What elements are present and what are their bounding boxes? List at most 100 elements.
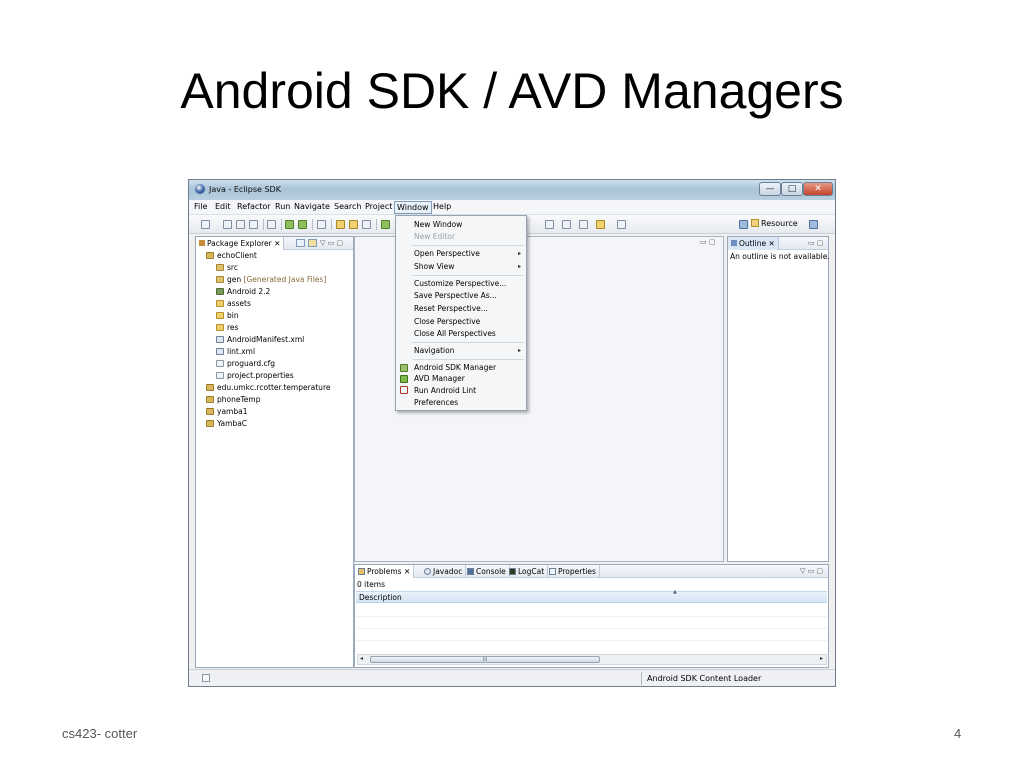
menu-item-open-perspective[interactable]: Open Perspective bbox=[414, 249, 480, 258]
new-icon[interactable] bbox=[201, 220, 210, 229]
menu-navigate[interactable]: Navigate bbox=[292, 202, 332, 211]
android-lint-toolbar-icon[interactable] bbox=[317, 220, 326, 229]
outline-view-controls[interactable]: ▭ ▢ bbox=[808, 239, 823, 247]
tree-item[interactable]: project.properties bbox=[216, 371, 294, 380]
submenu-arrow-icon: ▸ bbox=[518, 250, 522, 257]
last-edit-icon[interactable] bbox=[579, 220, 588, 229]
menu-refactor[interactable]: Refactor bbox=[235, 202, 273, 211]
maximize-button[interactable]: □ bbox=[781, 182, 803, 196]
tree-item[interactable]: src bbox=[216, 263, 238, 272]
menu-item-new-editor: New Editor bbox=[414, 232, 455, 241]
tree-item[interactable]: bin bbox=[216, 311, 239, 320]
tree-item[interactable]: Android 2.2 bbox=[216, 287, 270, 296]
menu-item-run-android-lint[interactable]: Run Android Lint bbox=[414, 386, 476, 395]
android-lint-icon bbox=[400, 386, 408, 394]
xml-file-icon bbox=[216, 336, 224, 343]
tab-properties[interactable]: Properties bbox=[546, 565, 600, 578]
new-test-icon[interactable] bbox=[362, 220, 371, 229]
menu-search[interactable]: Search bbox=[332, 202, 363, 211]
menu-item-android-sdk-manager[interactable]: Android SDK Manager bbox=[414, 363, 496, 372]
scroll-right-icon[interactable]: ▸ bbox=[820, 655, 823, 662]
menu-help[interactable]: Help bbox=[431, 202, 453, 211]
tree-item[interactable]: gen [Generated Java Files] bbox=[216, 275, 326, 284]
menu-file[interactable]: File bbox=[192, 202, 209, 211]
perspective-resource-button[interactable]: Resource bbox=[751, 219, 798, 228]
file-icon bbox=[216, 360, 224, 367]
close-tab-icon[interactable]: ✕ bbox=[274, 239, 280, 248]
debug-icon[interactable] bbox=[381, 220, 390, 229]
avd-manager-toolbar-icon[interactable] bbox=[298, 220, 307, 229]
new-java-project-icon[interactable] bbox=[336, 220, 345, 229]
menu-item-show-view[interactable]: Show View bbox=[414, 262, 454, 271]
save-icon[interactable] bbox=[223, 220, 232, 229]
minimize-button[interactable]: — bbox=[759, 182, 781, 196]
close-button[interactable]: ✕ bbox=[803, 182, 833, 196]
scrollbar-thumb[interactable]: III bbox=[370, 656, 600, 663]
tab-package-explorer[interactable]: Package Explorer ✕ bbox=[196, 237, 285, 250]
next-annotation-icon[interactable] bbox=[545, 220, 554, 229]
menu-item-customize-perspective[interactable]: Customize Perspective... bbox=[414, 279, 506, 288]
package-explorer-header: Package Explorer ✕ ▽ ▭ ▢ bbox=[196, 237, 353, 250]
project-icon bbox=[206, 384, 214, 391]
android-sdk-manager-toolbar-icon[interactable] bbox=[285, 220, 294, 229]
close-tab-icon[interactable]: ✕ bbox=[404, 567, 410, 576]
menu-run[interactable]: Run bbox=[273, 202, 292, 211]
eclipse-app-icon bbox=[195, 184, 205, 194]
tree-item[interactable]: phoneTemp bbox=[206, 395, 260, 404]
tab-javadoc[interactable]: Javadoc bbox=[421, 565, 467, 578]
project-icon bbox=[206, 420, 214, 427]
table-row bbox=[356, 628, 827, 629]
link-with-editor-icon[interactable] bbox=[308, 239, 317, 247]
menu-edit[interactable]: Edit bbox=[213, 202, 233, 211]
fast-view-icon[interactable] bbox=[202, 674, 210, 682]
package-explorer-view: Package Explorer ✕ ▽ ▭ ▢ echoClient src … bbox=[195, 236, 354, 668]
submenu-arrow-icon: ▸ bbox=[518, 263, 522, 270]
table-row bbox=[356, 616, 827, 617]
previous-annotation-icon[interactable] bbox=[562, 220, 571, 229]
editor-area-controls[interactable]: ▭ ▢ bbox=[700, 238, 715, 246]
bottom-panel-controls[interactable]: ▽ ▭ ▢ bbox=[800, 567, 823, 575]
back-icon[interactable] bbox=[596, 220, 605, 229]
collapse-all-icon[interactable] bbox=[296, 239, 305, 247]
tab-problems[interactable]: Problems ✕ bbox=[355, 565, 415, 578]
print-icon[interactable] bbox=[249, 220, 258, 229]
close-tab-icon[interactable]: ✕ bbox=[769, 239, 775, 248]
menu-item-preferences[interactable]: Preferences bbox=[414, 398, 458, 407]
view-menu-controls[interactable]: ▽ ▭ ▢ bbox=[320, 239, 343, 247]
open-type-icon[interactable] bbox=[267, 220, 276, 229]
save-all-icon[interactable] bbox=[236, 220, 245, 229]
menu-item-reset-perspective[interactable]: Reset Perspective... bbox=[414, 304, 488, 313]
tree-item[interactable]: AndroidManifest.xml bbox=[216, 335, 304, 344]
tab-console[interactable]: Console bbox=[464, 565, 510, 578]
menu-project[interactable]: Project bbox=[363, 202, 394, 211]
tree-item[interactable]: YambaC bbox=[206, 419, 247, 428]
menu-item-close-perspective[interactable]: Close Perspective bbox=[414, 317, 480, 326]
tree-item[interactable]: assets bbox=[216, 299, 251, 308]
tab-logcat[interactable]: LogCat bbox=[506, 565, 549, 578]
table-row bbox=[356, 640, 827, 641]
menu-window[interactable]: Window bbox=[394, 201, 432, 214]
tree-item[interactable]: echoClient bbox=[206, 251, 257, 260]
menu-item-save-perspective-as[interactable]: Save Perspective As... bbox=[414, 291, 497, 300]
menu-item-close-all-perspectives[interactable]: Close All Perspectives bbox=[414, 329, 496, 338]
menu-item-avd-manager[interactable]: AVD Manager bbox=[414, 374, 465, 383]
tree-item[interactable]: edu.umkc.rcotter.temperature bbox=[206, 383, 330, 392]
open-perspective-icon[interactable] bbox=[739, 220, 748, 229]
menu-item-new-window[interactable]: New Window bbox=[414, 220, 462, 229]
horizontal-scrollbar[interactable]: ◂ III ▸ bbox=[357, 654, 827, 665]
status-bar: Android SDK Content Loader bbox=[189, 669, 835, 686]
column-header-description[interactable]: Description ▲ bbox=[356, 589, 827, 603]
java-perspective-icon[interactable] bbox=[809, 220, 818, 229]
tree-item[interactable]: yamba1 bbox=[206, 407, 247, 416]
forward-icon[interactable] bbox=[617, 220, 626, 229]
xml-file-icon bbox=[216, 348, 224, 355]
new-android-project-icon[interactable] bbox=[349, 220, 358, 229]
problems-icon bbox=[358, 568, 365, 575]
scroll-left-icon[interactable]: ◂ bbox=[360, 655, 363, 662]
tree-item[interactable]: proguard.cfg bbox=[216, 359, 275, 368]
tree-item[interactable]: res bbox=[216, 323, 238, 332]
menu-item-navigation[interactable]: Navigation bbox=[414, 346, 454, 355]
tree-item[interactable]: lint.xml bbox=[216, 347, 255, 356]
tab-outline[interactable]: Outline ✕ bbox=[728, 237, 779, 250]
window-titlebar[interactable]: Java - Eclipse SDK — □ ✕ bbox=[189, 180, 835, 200]
